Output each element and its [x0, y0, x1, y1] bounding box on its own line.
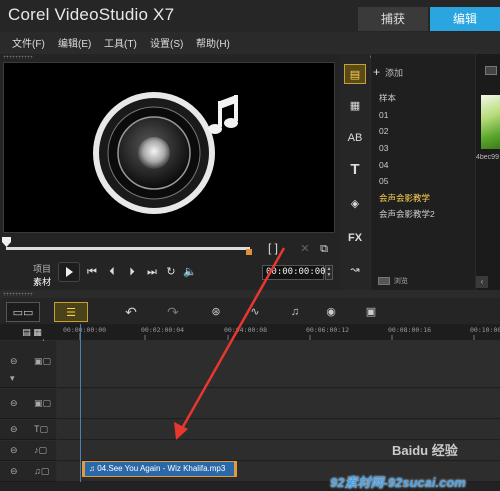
baidu-watermark: Baidu 经验: [392, 443, 458, 458]
site-watermark: 92素材网-92sucai.com: [330, 475, 466, 490]
annotation-arrow: [174, 247, 286, 440]
